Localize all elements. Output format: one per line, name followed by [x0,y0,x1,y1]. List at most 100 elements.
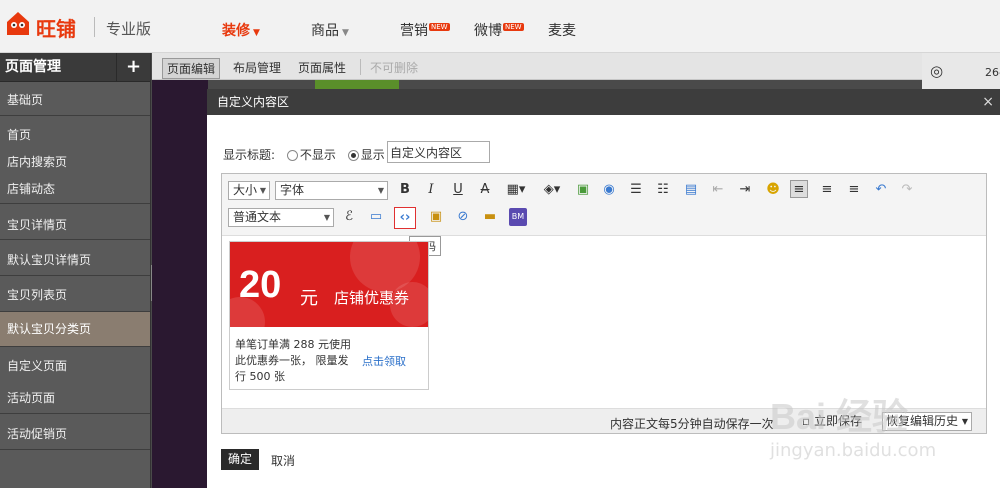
right-strip-number: 26- [985,66,1000,79]
source-code-icon[interactable]: ‹› [394,207,416,229]
insert-template-icon[interactable]: ▬ [481,208,499,226]
sidebar-header: 页面管理 + [0,53,150,82]
coupon-block: 20 元 店铺优惠券 单笔订单满 288 元使用此优惠券一张， 限量发行 500… [229,241,429,390]
sidebar-divider [0,449,150,450]
strikethrough-icon[interactable]: A [476,181,494,199]
nav-item-maimai[interactable]: 麦麦 [548,20,576,40]
sidebar-item-default-category[interactable]: 默认宝贝分类页 [0,312,150,346]
toolbar-divider [360,59,361,75]
radio-show-title[interactable] [347,150,359,161]
insert-flash-icon[interactable]: ▣ [427,208,445,226]
sidebar-divider [0,346,150,347]
align-right-icon[interactable]: ≡ [845,181,863,199]
select-value: 大小 [233,183,258,197]
coupon-amount: 20 [239,264,282,306]
sidebar-item-custom-pages[interactable]: 自定义页面 [0,357,150,374]
page-management-sidebar: 页面管理 + 基础页 首页 店内搜索页 店铺动态 宝贝详情页 默认宝贝详情页 宝… [0,53,151,488]
chevron-down-icon: ▼ [253,28,260,38]
edition-label: 专业版 [106,20,152,38]
sidebar-item-activity-pages[interactable]: 活动页面 [0,389,150,406]
nav-item-weibo[interactable]: 微博 NEW [474,20,524,40]
dialog-title: 自定义内容区 [217,95,290,109]
bm-plugin-icon[interactable]: BM [509,208,527,226]
radio-hide-title[interactable] [286,150,298,161]
sidebar-item-basic-pages[interactable]: 基础页 [0,91,150,108]
table-icon[interactable]: ▦▾ [504,181,528,199]
autosave-notice: 内容正文每5分钟自动保存一次 [610,417,774,431]
dialog-title-bar: 自定义内容区 × [207,89,1000,115]
confirm-button[interactable]: 确定 [221,449,259,470]
nav-item-marketing[interactable]: 营销 NEW [400,20,450,40]
radio-show-label: 显示 [360,148,385,162]
paragraph-format-select[interactable]: 普通文本 ▼ [228,208,334,227]
bold-icon[interactable]: B [396,181,414,199]
show-title-label: 显示标题: [223,148,276,162]
select-value: 普通文本 [233,210,282,224]
watermark: Bai 经验 jingyan.baidu.com [770,380,990,480]
claim-coupon-link[interactable]: 点击领取 [362,353,406,369]
nav-label: 麦麦 [548,23,576,39]
redo-icon[interactable]: ↷ [898,181,916,199]
sidebar-item-item-detail[interactable]: 宝贝详情页 [0,216,150,233]
coupon-label: 店铺优惠券 [334,289,410,307]
align-center-icon[interactable]: ≡ [818,181,836,199]
fill-color-icon[interactable]: ◈▾ [540,181,564,199]
store-logo-icon[interactable] [4,9,32,37]
bullet-list-icon[interactable]: ☰ [627,181,645,199]
coupon-unit: 元 [300,288,318,309]
sidebar-divider [0,275,150,276]
new-badge: NEW [503,23,524,31]
sidebar-divider [0,115,150,116]
chevron-down-icon: ▼ [323,213,330,222]
tab-page-edit[interactable]: 页面编辑 [162,58,221,79]
nav-label: 装修 [222,23,250,39]
indent-icon[interactable]: ⇥ [736,181,754,199]
sidebar-item-default-item-detail[interactable]: 默认宝贝详情页 [0,251,150,268]
weibo-icon[interactable]: ◎ [930,62,943,80]
chevron-down-icon: ▼ [259,186,266,195]
outdent-icon[interactable]: ⇤ [709,181,727,199]
add-page-button[interactable]: + [116,53,150,82]
tab-page-properties[interactable]: 页面属性 [294,58,350,77]
sidebar-divider [0,239,150,240]
sidebar-item-store-news[interactable]: 店铺动态 [0,180,150,197]
brand-divider [94,17,95,37]
show-title-row: 显示标题: 不显示 显示 [223,146,385,163]
emoticon-icon[interactable]: ☻ [764,181,782,199]
page-editor-toolbar: 页面编辑 布局管理 页面属性 不可删除 [152,53,922,80]
sidebar-item-home[interactable]: 首页 [0,126,150,143]
chevron-down-icon: ▼ [342,28,349,38]
sidebar-item-item-list[interactable]: 宝贝列表页 [0,286,150,303]
align-left-icon[interactable]: ≡ [790,180,808,198]
chevron-down-icon: ▼ [377,186,384,195]
sidebar-divider [0,203,150,204]
editor-toolbar: 大小 ▼ 字体 ▼ B I U A ▦▾ ◈▾ ▣ ◉ ☰ ☷ ▤ ⇤ ⇥ ☻ ≡ … [222,174,986,236]
watermark-text: Bai 经验 [770,396,909,437]
underline-icon[interactable]: U [449,181,467,199]
clear-format-icon[interactable]: ℰ [340,208,358,226]
title-input[interactable] [387,141,490,163]
nav-label: 商品 [311,23,339,39]
delete-disabled-label: 不可删除 [370,61,419,75]
numbered-list-icon[interactable]: ☷ [654,181,672,199]
tab-layout-manage[interactable]: 布局管理 [229,58,285,77]
italic-icon[interactable]: I [422,181,440,199]
insert-media-icon[interactable]: ⊘ [454,208,472,226]
globe-link-icon[interactable]: ◉ [600,181,618,199]
font-family-select[interactable]: 字体 ▼ [275,181,388,200]
nav-item-products[interactable]: 商品 ▼ [311,20,349,40]
nav-label: 微博 [474,23,502,39]
close-icon[interactable]: × [982,89,994,115]
undo-icon[interactable]: ↶ [872,181,890,199]
sidebar-divider [0,413,150,414]
font-size-select[interactable]: 大小 ▼ [228,181,270,200]
image-icon[interactable]: ▣ [574,181,592,199]
sidebar-item-store-search[interactable]: 店内搜索页 [0,153,150,170]
insert-image-icon[interactable]: ▭ [367,208,385,226]
nav-item-decorate[interactable]: 装修 ▼ [222,20,260,40]
sidebar-item-promo-page[interactable]: 活动促销页 [0,425,150,442]
nav-label: 营销 [400,23,428,39]
block-quote-icon[interactable]: ▤ [682,181,700,199]
sidebar-title: 页面管理 [5,59,61,75]
cancel-button[interactable]: 取消 [271,452,295,469]
